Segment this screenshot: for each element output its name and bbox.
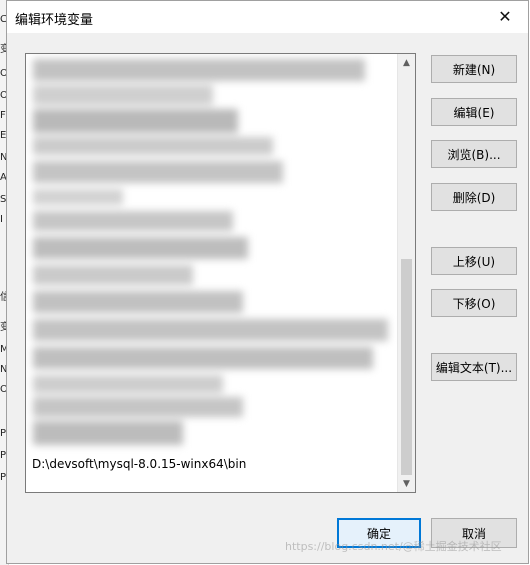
chevron-down-icon: ▼ — [403, 478, 410, 489]
dialog-title: 编辑环境变量 — [15, 13, 94, 28]
list-scrollbar[interactable]: ▲ ▼ — [397, 54, 415, 492]
scroll-up-button[interactable]: ▲ — [398, 54, 415, 71]
scroll-thumb[interactable] — [401, 259, 412, 475]
close-icon: ✕ — [498, 7, 512, 26]
path-entries-list[interactable]: D:\devsoft\mysql-8.0.15-winx64\bin ▲ ▼ — [25, 53, 416, 493]
move-up-button[interactable]: 上移(U) — [431, 247, 517, 275]
watermark: https://blog.csdn.net/@稀土掘金技术社区 — [285, 540, 502, 553]
scroll-down-button[interactable]: ▼ — [398, 475, 415, 492]
redacted-entries — [29, 57, 395, 447]
edit-button[interactable]: 编辑(E) — [431, 98, 517, 126]
move-down-button[interactable]: 下移(O) — [431, 289, 517, 317]
background-fragment: I — [0, 214, 3, 225]
delete-button[interactable]: 删除(D) — [431, 183, 517, 211]
edit-text-button[interactable]: 编辑文本(T)... — [431, 353, 517, 381]
title-bar[interactable]: 编辑环境变量 ✕ — [7, 1, 528, 33]
browse-button[interactable]: 浏览(B)... — [431, 140, 517, 168]
background-fragment: F — [0, 110, 6, 121]
close-button[interactable]: ✕ — [482, 1, 528, 32]
chevron-up-icon: ▲ — [403, 57, 410, 68]
path-entry-mysql-bin[interactable]: D:\devsoft\mysql-8.0.15-winx64\bin — [32, 457, 246, 471]
edit-environment-variable-dialog: 编辑环境变量 ✕ D:\devsoft\mysql-8.0.15-winx64\… — [6, 0, 529, 564]
new-button[interactable]: 新建(N) — [431, 55, 517, 83]
